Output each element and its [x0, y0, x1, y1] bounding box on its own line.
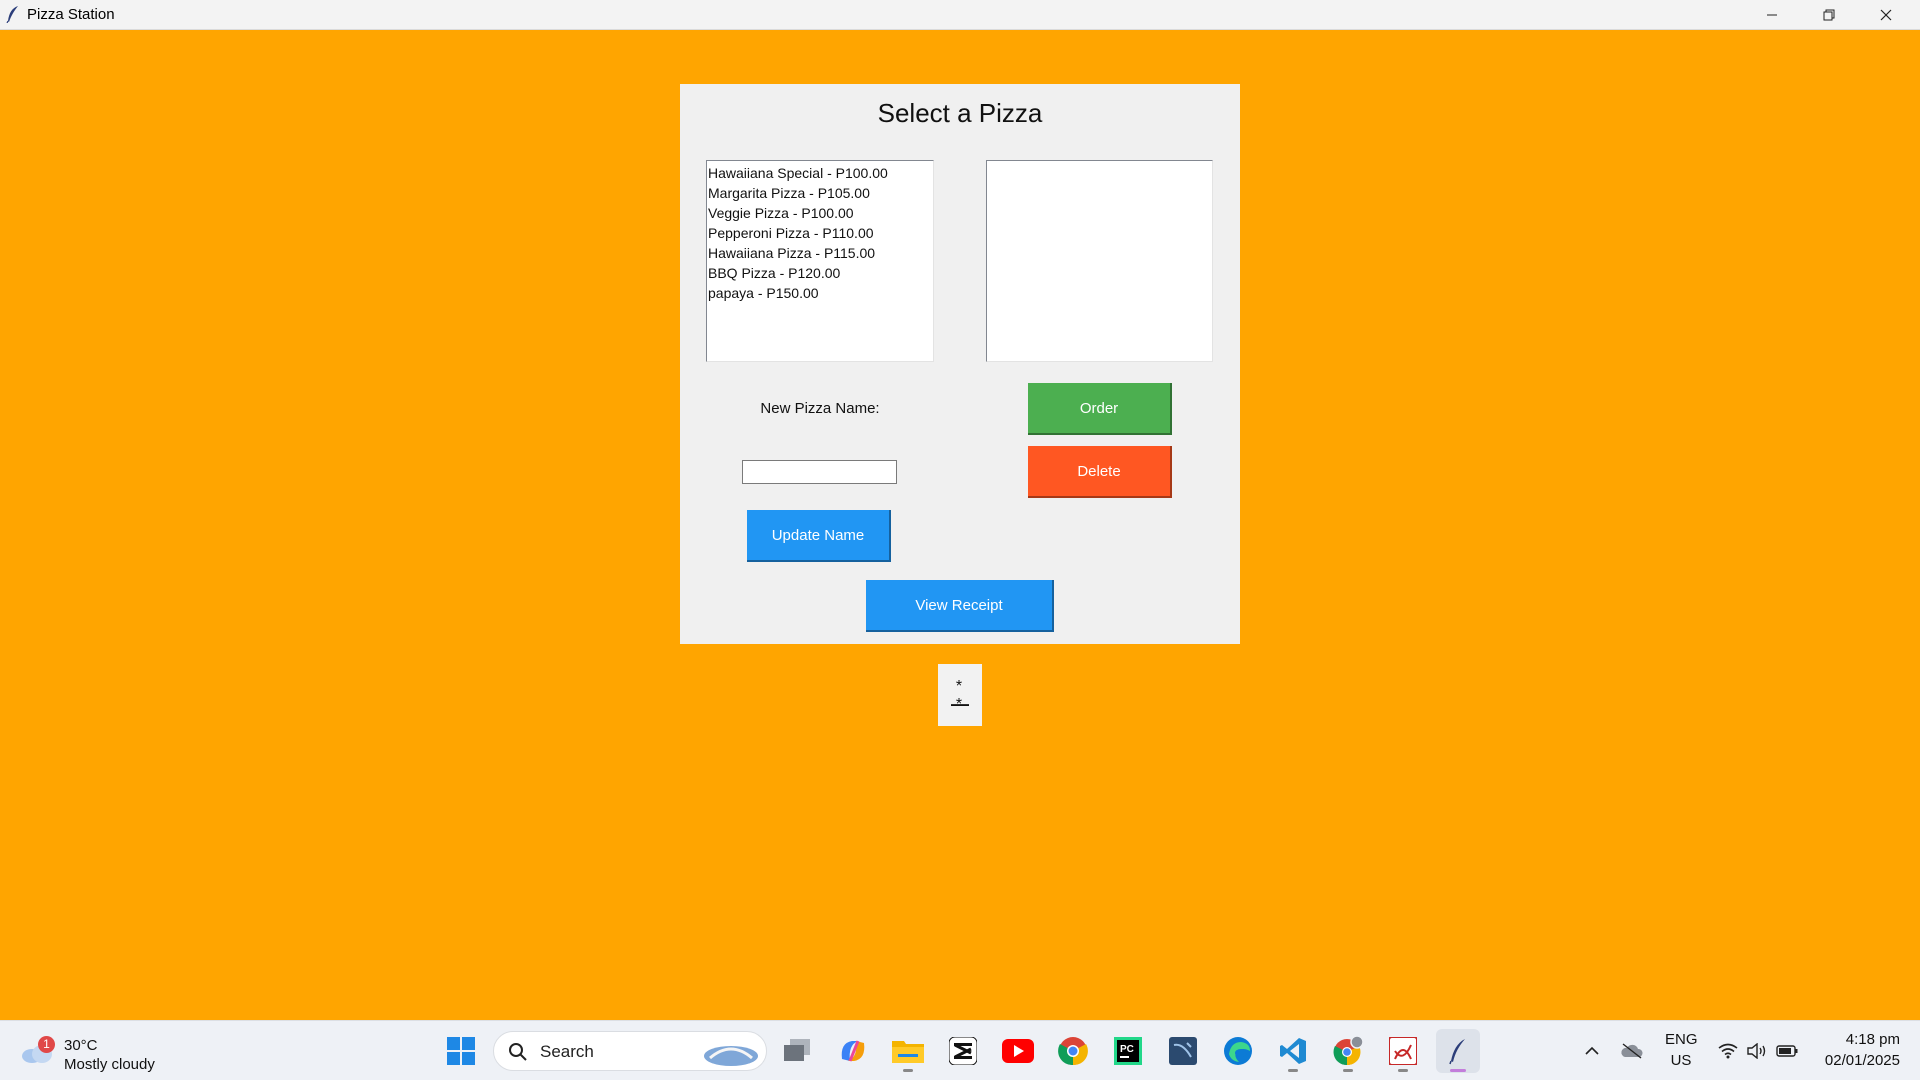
- search-icon: [509, 1043, 527, 1061]
- delete-button[interactable]: Delete: [1028, 446, 1172, 498]
- list-item[interactable]: Margarita Pizza - P105.00: [707, 183, 933, 203]
- window-title: Pizza Station: [27, 6, 115, 23]
- copilot-button[interactable]: [831, 1029, 875, 1073]
- capcut-icon: [949, 1037, 977, 1065]
- show-hidden-icons-button[interactable]: [1580, 1039, 1604, 1063]
- feather-icon: [6, 6, 18, 23]
- active-indicator: [1450, 1069, 1466, 1072]
- minimize-icon: [1767, 14, 1777, 15]
- taskbar: 1 30°C Mostly cloudy Search PC ENG US 4:…: [0, 1020, 1920, 1080]
- clock-date[interactable]: 02/01/2025: [1810, 1052, 1900, 1069]
- youtube-button[interactable]: [996, 1029, 1040, 1073]
- search-label: Search: [540, 1042, 594, 1061]
- task-view-icon: [784, 1039, 810, 1061]
- speaker-icon: [1747, 1043, 1766, 1059]
- order-listbox[interactable]: [986, 160, 1213, 362]
- edge-button[interactable]: [1216, 1029, 1260, 1073]
- chrome-icon: [1058, 1037, 1088, 1066]
- copilot-icon: [841, 1040, 865, 1062]
- battery-button[interactable]: [1775, 1039, 1799, 1063]
- start-icon: [447, 1037, 475, 1065]
- order-button[interactable]: Order: [1028, 383, 1172, 435]
- pizza-station-taskbar-button[interactable]: [1436, 1029, 1480, 1073]
- pdf-app-icon: [1389, 1037, 1417, 1065]
- youtube-icon: [1002, 1039, 1034, 1063]
- restore-icon: [1823, 9, 1835, 20]
- view-receipt-button[interactable]: View Receipt: [866, 580, 1054, 632]
- wifi-button[interactable]: [1716, 1039, 1740, 1063]
- feather-icon: [1449, 1039, 1465, 1065]
- pycharm-button[interactable]: PC: [1106, 1029, 1150, 1073]
- new-pizza-name-input[interactable]: [742, 460, 897, 484]
- weather-temperature: 30°C: [64, 1037, 98, 1054]
- chrome-profile-icon: [1333, 1035, 1364, 1066]
- task-view-button[interactable]: [776, 1029, 820, 1073]
- cloud-offline-icon: [1621, 1043, 1643, 1059]
- language-indicator[interactable]: ENG: [1665, 1031, 1698, 1048]
- restore-button[interactable]: [1801, 0, 1857, 29]
- list-item[interactable]: Hawaiiana Pizza - P115.00: [707, 243, 933, 263]
- new-pizza-name-label: New Pizza Name:: [760, 400, 880, 417]
- update-name-button[interactable]: Update Name: [747, 510, 891, 562]
- taskbar-search[interactable]: Search: [493, 1031, 767, 1071]
- capcut-button[interactable]: [941, 1029, 985, 1073]
- list-item[interactable]: papaya - P150.00: [707, 283, 933, 303]
- app-background: Select a Pizza Hawaiiana Special - P100.…: [0, 30, 1920, 1020]
- panel-title: Select a Pizza: [877, 98, 1043, 128]
- minimize-button[interactable]: [1744, 0, 1800, 29]
- svg-text:PC: PC: [1120, 1044, 1134, 1055]
- list-item[interactable]: BBQ Pizza - P120.00: [707, 263, 933, 283]
- face-mouth: —: [951, 694, 969, 714]
- vscode-button[interactable]: [1271, 1029, 1315, 1073]
- pycharm-icon: PC: [1114, 1037, 1142, 1065]
- title-bar: Pizza Station: [0, 0, 1920, 30]
- weather-badge: 1: [38, 1036, 55, 1053]
- list-item[interactable]: Veggie Pizza - P100.00: [707, 203, 933, 223]
- close-icon: [1880, 9, 1892, 20]
- file-explorer-button[interactable]: [886, 1029, 930, 1073]
- close-button[interactable]: [1858, 0, 1914, 29]
- mysql-workbench-icon: [1169, 1037, 1197, 1065]
- clock-time[interactable]: 4:18 pm: [1810, 1031, 1900, 1048]
- volume-button[interactable]: [1745, 1039, 1769, 1063]
- battery-icon: [1776, 1045, 1798, 1057]
- weather-description: Mostly cloudy: [64, 1056, 155, 1073]
- file-explorer-icon: [892, 1041, 924, 1063]
- start-button[interactable]: [439, 1029, 483, 1073]
- chrome-button[interactable]: [1051, 1029, 1095, 1073]
- keyboard-layout-indicator[interactable]: US: [1665, 1052, 1697, 1069]
- pizza-menu-listbox[interactable]: Hawaiiana Special - P100.00 Margarita Pi…: [706, 160, 934, 362]
- wifi-icon: [1718, 1043, 1738, 1059]
- chevron-up-icon: [1585, 1046, 1599, 1055]
- onedrive-status-button[interactable]: [1620, 1039, 1644, 1063]
- list-item[interactable]: Hawaiiana Special - P100.00: [707, 163, 933, 183]
- mysql-workbench-button[interactable]: [1161, 1029, 1205, 1073]
- vscode-icon: [1280, 1038, 1306, 1064]
- edge-icon: [1224, 1037, 1252, 1065]
- pizza-panel: Select a Pizza Hawaiiana Special - P100.…: [680, 84, 1240, 644]
- search-highlight-icon: [704, 1046, 758, 1066]
- running-indicator: [1398, 1069, 1408, 1072]
- list-item[interactable]: Pepperoni Pizza - P110.00: [707, 223, 933, 243]
- running-indicator: [1343, 1069, 1353, 1072]
- chrome-profile-button[interactable]: [1326, 1029, 1370, 1073]
- running-indicator: [1288, 1069, 1298, 1072]
- pdf-app-button[interactable]: [1381, 1029, 1425, 1073]
- face-widget: * * —: [938, 664, 982, 726]
- running-indicator: [903, 1069, 913, 1072]
